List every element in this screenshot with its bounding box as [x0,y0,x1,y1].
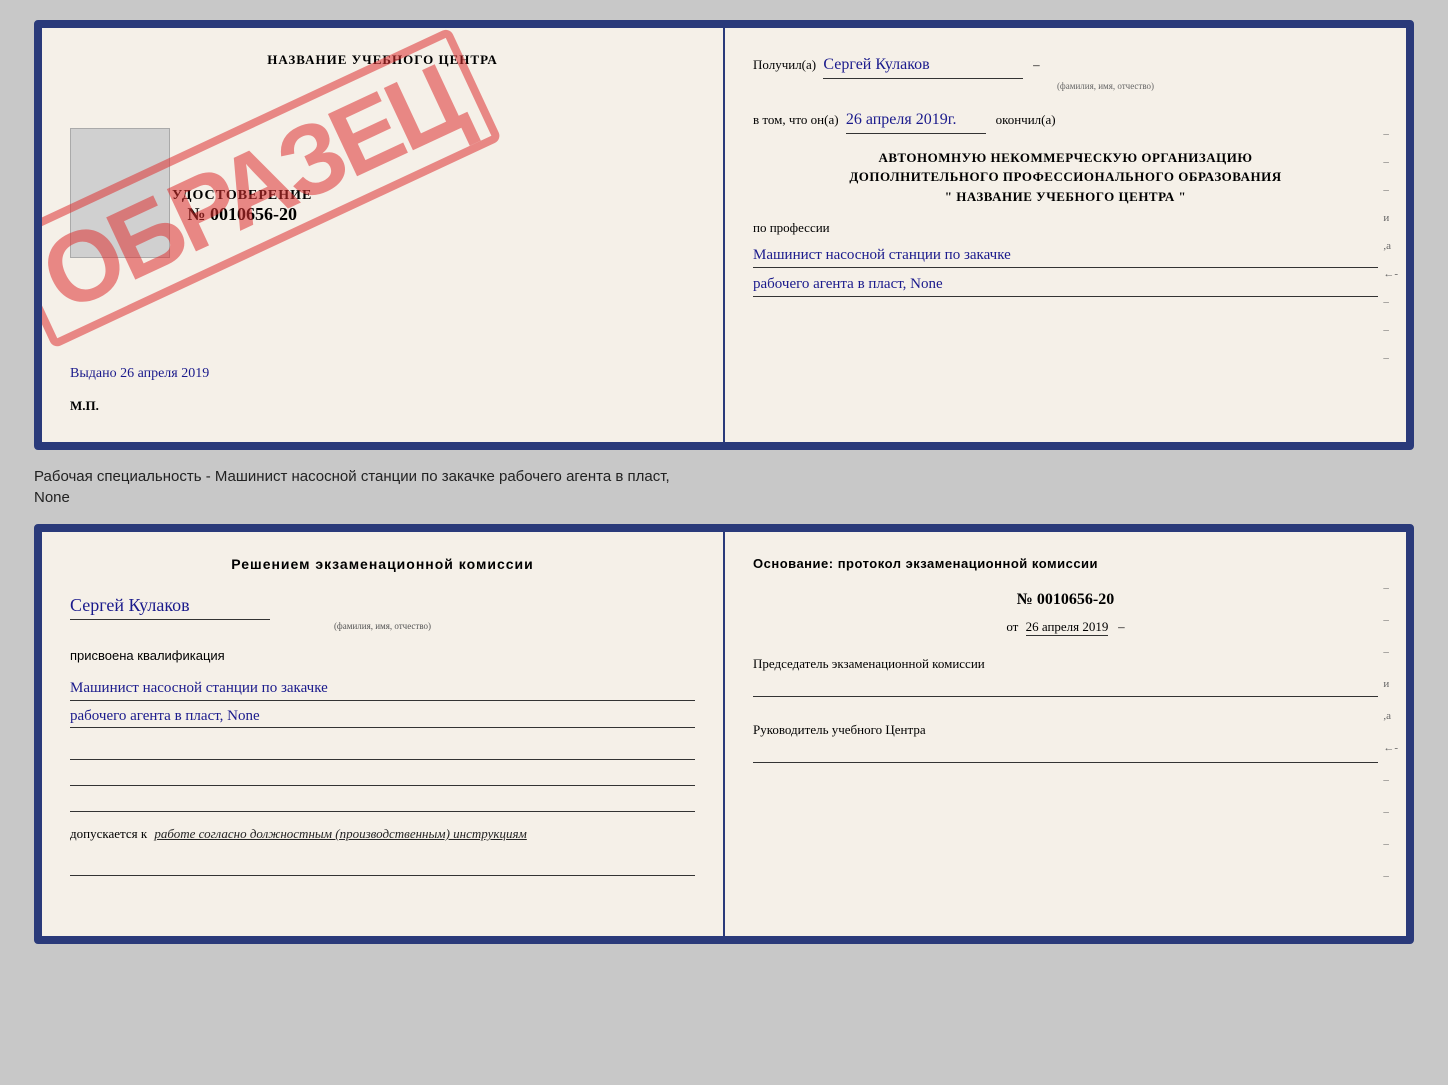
org-line3: " НАЗВАНИЕ УЧЕБНОГО ЦЕНТРА " [753,187,1378,207]
okonchil-text: окончил(а) [996,112,1056,127]
blank-line-3 [70,792,695,812]
qual-line1: Машинист насосной станции по закачке [70,677,695,701]
protocol-date: от 26 апреля 2019 – [753,619,1378,635]
org-block: АВТОНОМНУЮ НЕКОММЕРЧЕСКУЮ ОРГАНИЗАЦИЮ ДО… [753,148,1378,207]
description-text: Рабочая специальность - Машинист насосно… [34,466,1414,508]
protocol-date-prefix: от [1006,619,1018,634]
vydano-line: Выдано 26 апреля 2019 [70,365,695,382]
qual-line2: рабочего агента в пласт, None [70,705,695,729]
po-professii-field: по профессии Машинист насосной станции п… [753,218,1378,297]
bottom-name: Сергей Кулаков [70,592,270,620]
osnov-title: Основание: протокол экзаменационной коми… [753,556,1378,571]
protocol-number: № 0010656-20 [753,591,1378,609]
bottom-document: Решением экзаменационной комиссии Сергей… [34,524,1414,944]
bottom-right-marks: – – – и ,а ←- – – – – [1383,582,1398,882]
org-line2: ДОПОЛНИТЕЛЬНОГО ПРОФЕССИОНАЛЬНОГО ОБРАЗО… [753,167,1378,187]
dopuskaetsya-field: допускается к работе согласно должностны… [70,824,695,844]
org-line1: АВТОНОМНУЮ НЕКОММЕРЧЕСКУЮ ОРГАНИЗАЦИЮ [753,148,1378,168]
prisvoena-field: присвоена квалификация [70,646,695,666]
rukovoditel-block: Руководитель учебного Центра [753,721,1378,763]
poluchil-field: Получил(а) Сергей Кулаков – (фамилия, им… [753,52,1378,93]
komissia-title: Решением экзаменационной комиссии [70,556,695,572]
top-document: НАЗВАНИЕ УЧЕБНОГО ЦЕНТРА ОБРАЗЕЦ УДОСТОВ… [34,20,1414,450]
predsedatel-label: Председатель экзаменационной комиссии [753,655,1378,673]
po-professii-label: по профессии [753,218,1378,239]
side-marks-right: – – – и ,а ←- – – – [1383,128,1398,364]
poluchil-prefix: Получил(а) [753,57,816,72]
recipient-hint: (фамилия, имя, отчество) [833,79,1378,93]
predsedatel-sig [753,677,1378,697]
rukovoditel-sig [753,743,1378,763]
vtom-date: 26 апреля 2019г. [846,107,986,134]
recipient-name: Сергей Кулаков [823,52,1023,79]
prisvoena-label: присвоена квалификация [70,648,225,663]
vtom-prefix: в том, что он(а) [753,112,839,127]
bottom-left-panel: Решением экзаменационной комиссии Сергей… [42,532,725,936]
desc-line1: Рабочая специальность - Машинист насосно… [34,466,1414,487]
desc-line2: None [34,487,1414,508]
vydano-text: Выдано 26 апреля 2019 [70,366,209,381]
vtom-field: в том, что он(а) 26 апреля 2019г. окончи… [753,107,1378,134]
obraz-text: ОБРАЗЕЦ [34,27,503,349]
blank-line-2 [70,766,695,786]
dopuskaetsya-prefix: допускается к [70,826,147,841]
qual-field: Машинист насосной станции по закачке раб… [70,677,695,728]
blank-line-1 [70,740,695,760]
profession-line2: рабочего агента в пласт, None [753,272,1378,297]
rukovoditel-label: Руководитель учебного Центра [753,721,1378,739]
protocol-date-value: 26 апреля 2019 [1026,619,1109,636]
blank-line-4 [70,856,695,876]
profession-line1: Машинист насосной станции по закачке [753,243,1378,268]
predsedatel-block: Председатель экзаменационной комиссии [753,655,1378,697]
cert-right-panel: Получил(а) Сергей Кулаков – (фамилия, им… [725,28,1406,442]
bottom-right-panel: Основание: протокол экзаменационной коми… [725,532,1406,936]
cert-left-panel: НАЗВАНИЕ УЧЕБНОГО ЦЕНТРА ОБРАЗЕЦ УДОСТОВ… [42,28,725,442]
name-hint: (фамилия, имя, отчество) [70,620,695,634]
work-text: работе согласно должностным (производств… [154,826,526,841]
mp-label: М.П. [70,398,99,414]
name-field: Сергей Кулаков (фамилия, имя, отчество) [70,592,695,634]
obraz-stamp: ОБРАЗЕЦ [82,88,422,288]
